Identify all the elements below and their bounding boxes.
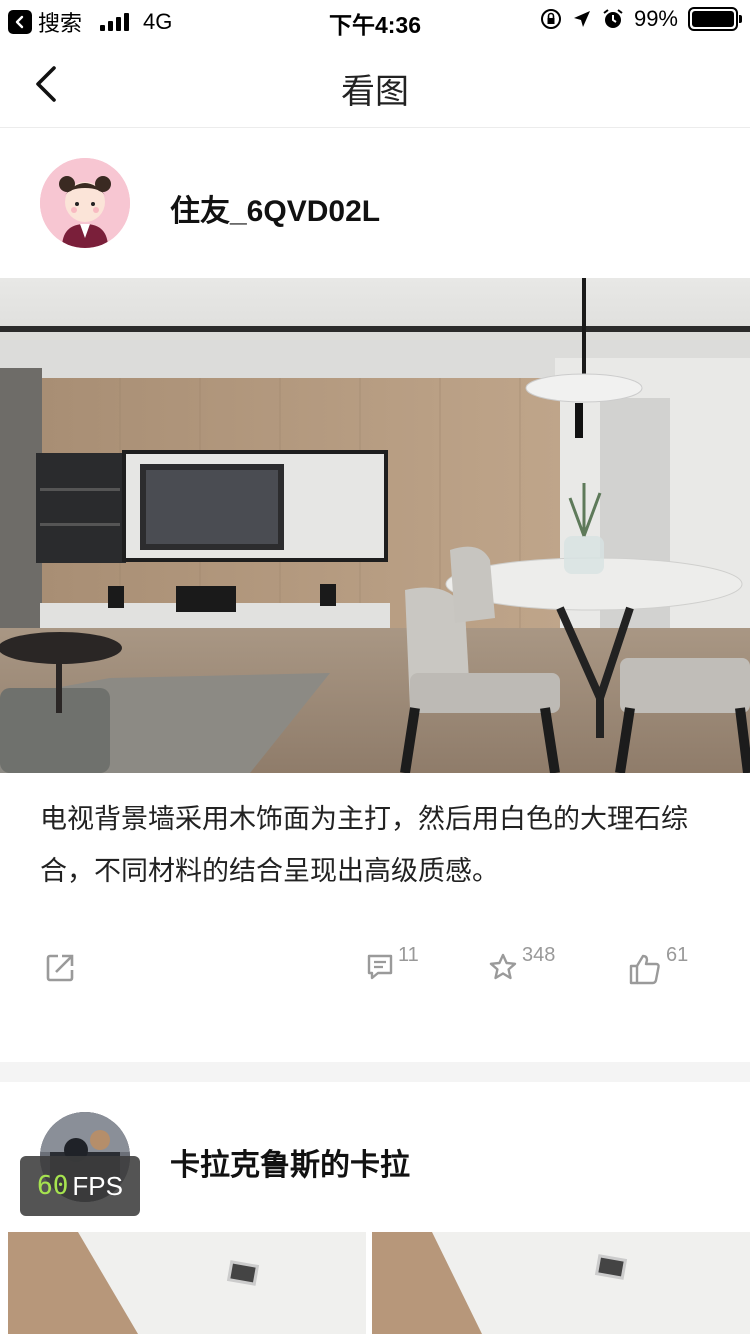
nav-bar: 看图 <box>0 40 750 128</box>
section-divider <box>0 1062 750 1082</box>
post-photo-grid <box>0 1232 750 1334</box>
fps-counter: 60 FPS <box>20 1156 140 1216</box>
fps-label: FPS <box>72 1170 123 1201</box>
post-caption: 电视背景墙采用木饰面为主打，然后用白色的大理石综合，不同材料的结合呈现出高级质感… <box>40 804 688 886</box>
post-photo[interactable] <box>372 1232 750 1334</box>
share-icon <box>46 954 74 982</box>
page-title: 看图 <box>341 73 409 111</box>
comment-icon <box>367 954 393 980</box>
comment-count: 11 <box>398 944 419 966</box>
favorite-button[interactable]: 348 <box>488 944 555 982</box>
like-count: 61 <box>666 944 689 966</box>
comment-button[interactable]: 11 <box>366 944 419 982</box>
avatar[interactable] <box>40 158 130 248</box>
post-photo[interactable] <box>0 278 750 773</box>
post-header: 住友_6QVD02L <box>0 128 750 278</box>
location-icon <box>573 11 590 27</box>
alarm-icon <box>603 9 623 28</box>
share-button[interactable] <box>44 952 76 984</box>
battery-percent: 99% <box>633 6 678 31</box>
post-photo[interactable] <box>8 1232 366 1334</box>
username[interactable]: 卡拉克鲁斯的卡拉 <box>170 1140 410 1184</box>
status-right: 99% <box>540 6 742 32</box>
username[interactable]: 住友_6QVD02L <box>170 186 380 230</box>
star-icon <box>489 953 517 980</box>
thumbs-up-icon <box>629 954 660 985</box>
orientation-lock-icon <box>540 9 561 29</box>
status-bar: 搜索 4G 下午4:36 99% <box>0 0 750 40</box>
battery-icon <box>688 7 742 31</box>
fps-value: 60 <box>37 1171 69 1201</box>
favorite-count: 348 <box>522 944 556 966</box>
post-actions: 11 348 61 <box>0 940 750 1010</box>
like-button[interactable]: 61 <box>628 944 688 986</box>
